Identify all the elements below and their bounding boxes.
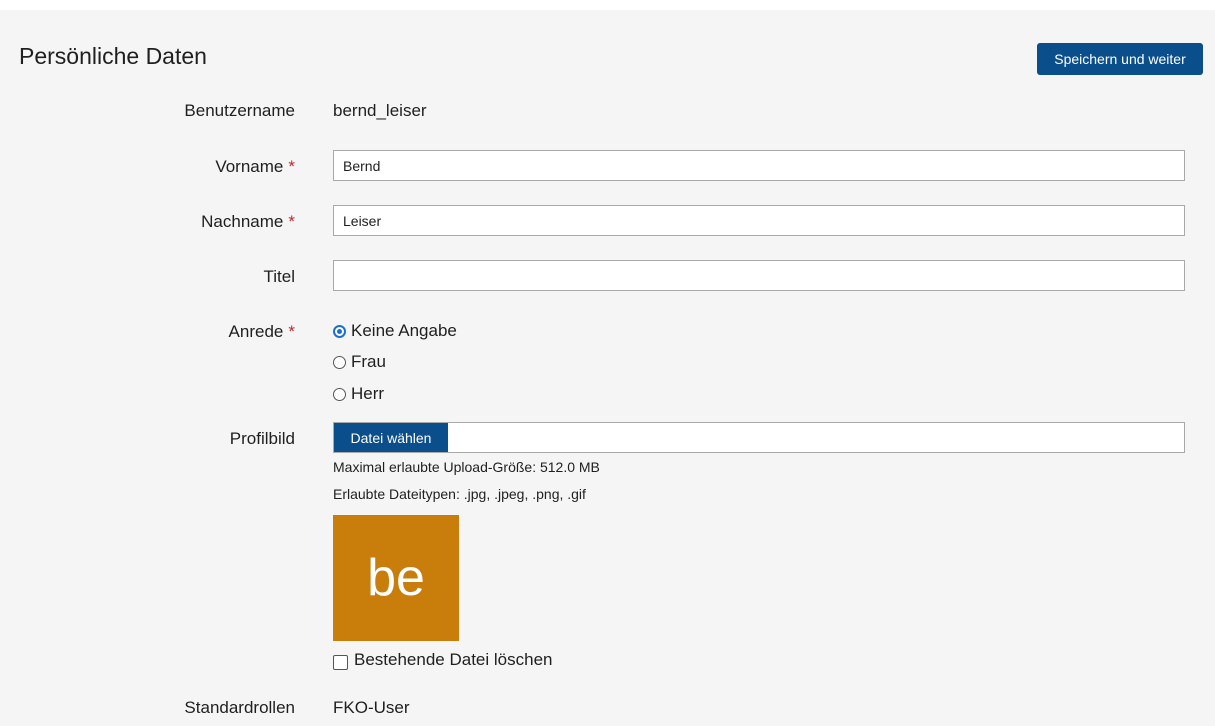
choose-file-button[interactable]: Datei wählen xyxy=(334,423,448,452)
required-marker: * xyxy=(288,157,295,176)
firstname-label: Vorname * xyxy=(215,157,295,176)
save-and-continue-button[interactable]: Speichern und weiter xyxy=(1037,43,1203,75)
default-roles-label: Standardrollen xyxy=(184,698,295,717)
delete-file-checkbox[interactable] xyxy=(333,654,348,670)
radio-label: Frau xyxy=(351,352,386,371)
avatar: be xyxy=(333,515,459,641)
file-types-hint: Erlaubte Dateitypen: .jpg, .jpeg, .png, … xyxy=(333,486,586,502)
lastname-input[interactable] xyxy=(333,205,1185,236)
required-marker: * xyxy=(288,322,295,341)
page-title: Persönliche Daten xyxy=(19,43,207,69)
radio-label: Keine Angabe xyxy=(351,321,457,340)
upload-size-hint: Maximal erlaubte Upload-Größe: 512.0 MB xyxy=(333,459,600,475)
lastname-label: Nachname * xyxy=(201,212,295,231)
username-value: bernd_leiser xyxy=(333,101,427,120)
salutation-option-frau[interactable]: Frau xyxy=(333,350,386,374)
radio-button[interactable] xyxy=(333,355,346,369)
profile-image-label: Profilbild xyxy=(229,429,295,448)
profile-image-file-input[interactable]: Datei wählen xyxy=(333,422,1185,453)
username-label: Benutzername xyxy=(184,101,295,120)
radio-label: Herr xyxy=(351,384,385,403)
default-roles-value: FKO-User xyxy=(333,698,410,717)
title-input[interactable] xyxy=(333,260,1185,291)
checkbox-label: Bestehende Datei löschen xyxy=(354,650,553,669)
avatar-initials: be xyxy=(367,549,425,607)
title-label: Titel xyxy=(263,267,296,286)
radio-button-checked[interactable] xyxy=(333,324,346,338)
salutation-option-keine-angabe[interactable]: Keine Angabe xyxy=(333,319,457,343)
delete-existing-file-option[interactable]: Bestehende Datei löschen xyxy=(333,648,552,672)
salutation-option-herr[interactable]: Herr xyxy=(333,382,384,406)
salutation-label: Anrede * xyxy=(228,322,295,341)
required-marker: * xyxy=(288,212,295,231)
radio-button[interactable] xyxy=(333,387,346,401)
firstname-input[interactable] xyxy=(333,150,1185,181)
